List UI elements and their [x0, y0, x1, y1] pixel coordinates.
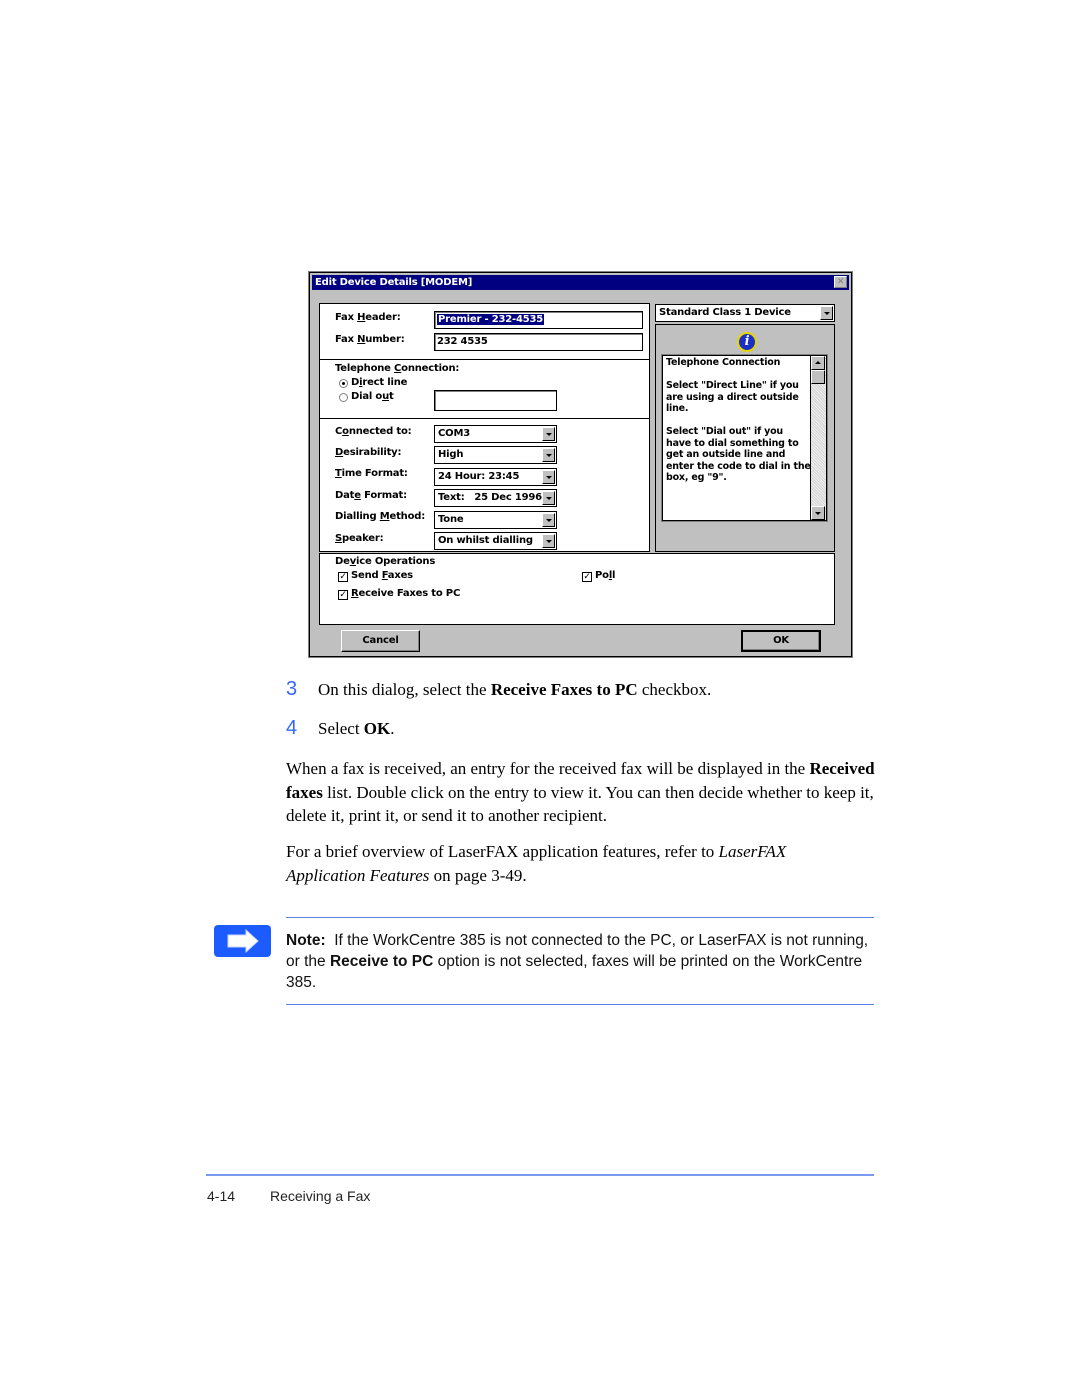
- page-number: 4-14: [207, 1188, 236, 1204]
- step-number: 4: [286, 717, 298, 739]
- chevron-down-icon[interactable]: [542, 427, 555, 441]
- send-faxes-label[interactable]: Send Faxes: [351, 570, 413, 581]
- chevron-down-icon[interactable]: [542, 534, 555, 548]
- dial-out-code-input[interactable]: [434, 390, 557, 411]
- chevron-down-icon[interactable]: [820, 306, 833, 320]
- direct-line-radio[interactable]: [339, 379, 348, 388]
- receive-faxes-label[interactable]: Receive Faxes to PC: [351, 588, 460, 599]
- step-number: 3: [286, 678, 298, 700]
- arrow-right-icon: [214, 925, 271, 957]
- fax-number-label: Fax Number:: [335, 334, 405, 345]
- chevron-down-icon[interactable]: [542, 470, 555, 484]
- scroll-down-icon[interactable]: [811, 506, 825, 520]
- device-type-select[interactable]: Standard Class 1 Device: [655, 304, 835, 322]
- telephone-connection-label: Telephone Connection:: [335, 363, 460, 374]
- connected-to-label: Connected to:: [335, 426, 412, 437]
- fax-number-input[interactable]: 232 4535: [434, 333, 643, 351]
- poll-checkbox[interactable]: ✓: [582, 572, 592, 582]
- help-text-box: Telephone Connection Select "Direct Line…: [662, 355, 827, 521]
- time-format-label: Time Format:: [335, 468, 408, 479]
- help-scrollbar[interactable]: [810, 356, 826, 520]
- chevron-down-icon[interactable]: [542, 491, 555, 505]
- note-text: Note: If the WorkCentre 385 is not conne…: [286, 932, 873, 991]
- device-operations-label: Device Operations: [335, 556, 436, 567]
- receive-faxes-checkbox[interactable]: ✓: [338, 590, 348, 600]
- chevron-down-icon[interactable]: [542, 448, 555, 462]
- dialling-method-select[interactable]: Tone: [434, 511, 557, 529]
- close-icon[interactable]: ✕: [834, 276, 847, 288]
- dial-out-label[interactable]: Dial out: [351, 391, 394, 402]
- note-bottom-rule: [286, 1004, 874, 1005]
- info-icon: i: [737, 332, 757, 352]
- chevron-down-icon[interactable]: [542, 513, 555, 527]
- dialog-titlebar[interactable]: Edit Device Details [MODEM] ✕: [312, 275, 849, 290]
- note-top-rule: [286, 917, 874, 918]
- fax-header-input[interactable]: Premier - 232-4535: [434, 311, 643, 329]
- note-label: Note:: [286, 932, 326, 949]
- paragraph-received-faxes: When a fax is received, an entry for the…: [286, 759, 875, 825]
- date-format-select[interactable]: Text: 25 Dec 1996: [434, 489, 557, 507]
- fax-header-label: Fax Header:: [335, 312, 401, 323]
- step-4: 4 Select OK.: [286, 717, 395, 739]
- help-panel: Telephone Connection Select "Direct Line…: [655, 324, 835, 552]
- ok-button[interactable]: OK: [741, 630, 821, 652]
- paragraph-overview: For a brief overview of LaserFAX applica…: [286, 842, 787, 885]
- settings-panel: Fax Header: Premier - 232-4535 Fax Numbe…: [319, 303, 650, 552]
- poll-label[interactable]: Poll: [595, 570, 615, 581]
- connected-to-select[interactable]: COM3: [434, 425, 557, 443]
- edit-device-dialog: Edit Device Details [MODEM] ✕ Fax Header…: [308, 271, 853, 658]
- section-title: Receiving a Fax: [270, 1188, 371, 1204]
- direct-line-label[interactable]: Direct line: [351, 377, 407, 388]
- date-format-label: Date Format:: [335, 490, 407, 501]
- footer-rule: [206, 1174, 874, 1176]
- speaker-label: Speaker:: [335, 533, 384, 544]
- cancel-button[interactable]: Cancel: [341, 630, 420, 652]
- step-3: 3 On this dialog, select the Receive Faxe…: [286, 678, 712, 700]
- dial-out-radio[interactable]: [339, 393, 348, 402]
- divider: [320, 418, 649, 419]
- scroll-up-icon[interactable]: [811, 356, 825, 370]
- divider: [320, 359, 649, 360]
- send-faxes-checkbox[interactable]: ✓: [338, 572, 348, 582]
- scroll-thumb[interactable]: [811, 370, 825, 384]
- time-format-select[interactable]: 24 Hour: 23:45: [434, 468, 557, 486]
- desirability-select[interactable]: High: [434, 446, 557, 464]
- device-operations-panel: Device Operations ✓ Send Faxes ✓ Poll ✓ …: [319, 553, 835, 625]
- desirability-label: Desirability:: [335, 447, 402, 458]
- help-text: Telephone Connection Select "Direct Line…: [666, 357, 811, 483]
- dialog-title: Edit Device Details [MODEM]: [315, 277, 473, 288]
- dialling-method-label: Dialling Method:: [335, 511, 425, 522]
- speaker-select[interactable]: On whilst dialling: [434, 532, 557, 550]
